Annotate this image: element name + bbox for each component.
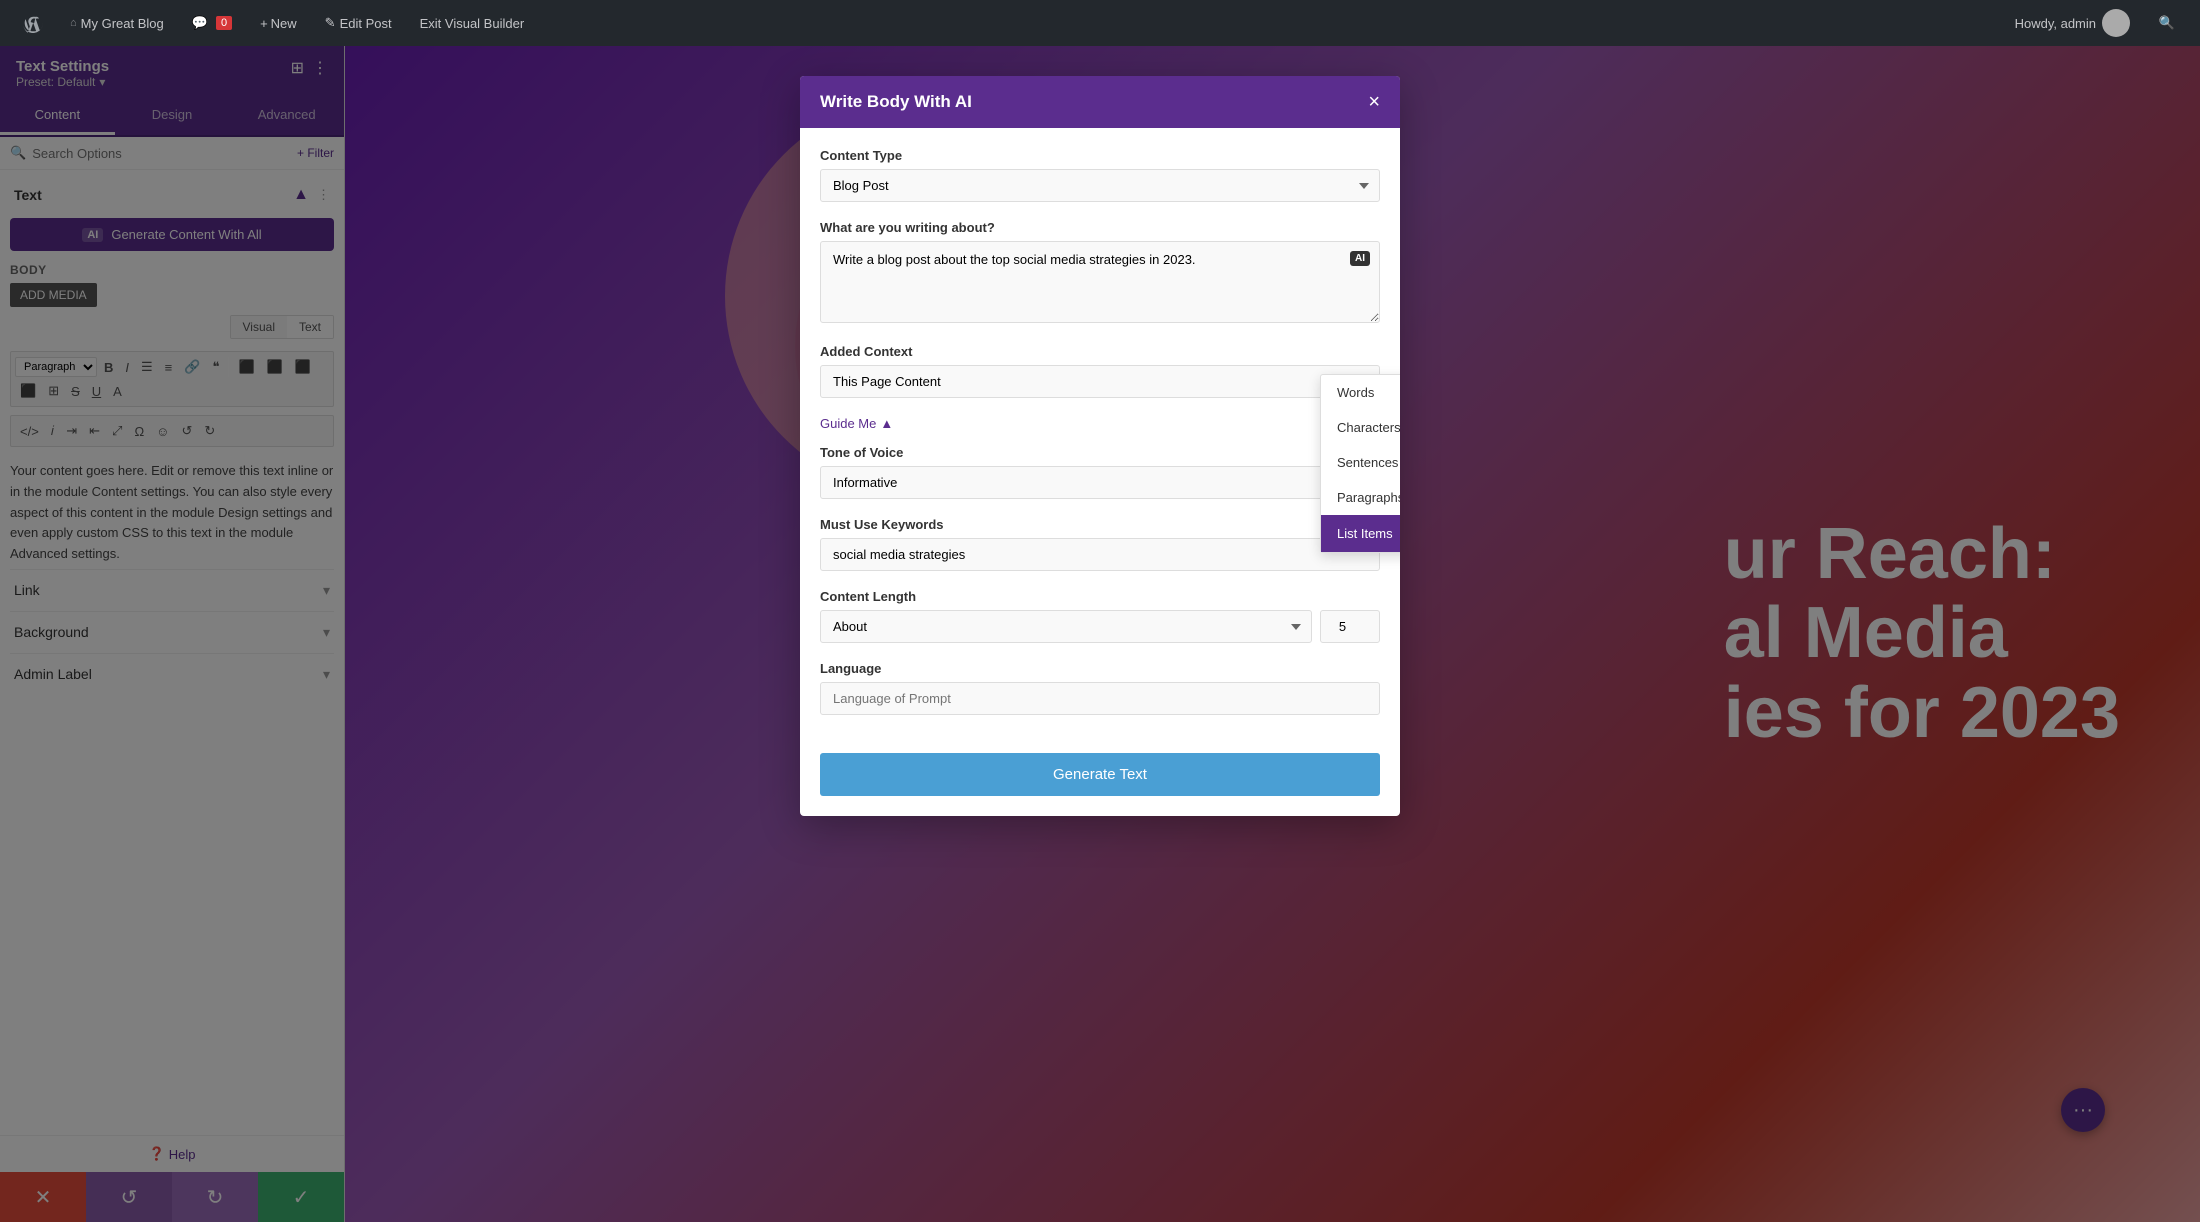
keywords-label: Must Use Keywords [820,517,1380,532]
search-icon[interactable]: 🔍 [2144,0,2190,46]
blog-name-item[interactable]: ⌂ My Great Blog [56,0,178,46]
keywords-input[interactable] [820,538,1380,571]
content-type-label: Content Type [820,148,1380,163]
exit-builder-item[interactable]: Exit Visual Builder [406,0,539,46]
content-length-group: Content Length About Words Characters [820,589,1380,643]
writing-about-label: What are you writing about? [820,220,1380,235]
modal-header: Write Body With AI × [800,76,1400,128]
added-context-select[interactable]: This Page Content [820,365,1380,398]
added-context-label: Added Context [820,344,1380,359]
admin-bar-right: Howdy, admin 🔍 [2001,0,2190,46]
content-length-label: Content Length [820,589,1380,604]
comment-badge: 0 [216,16,232,30]
tone-of-voice-select[interactable]: Informative [820,466,1380,499]
language-label: Language [820,661,1380,676]
admin-bar: ⌂ My Great Blog 💬 0 + New ✎ Edit Post Ex… [0,0,2200,46]
keywords-group: Must Use Keywords [820,517,1380,571]
tone-of-voice-label: Tone of Voice [820,445,1380,460]
writing-about-textarea[interactable] [820,241,1380,323]
dropdown-item-paragraphs[interactable]: Paragraphs [1321,480,1400,515]
dropdown-item-sentences[interactable]: Sentences [1321,445,1400,480]
language-input[interactable] [820,682,1380,715]
writing-about-group: What are you writing about? AI [820,220,1380,326]
modal-overlay[interactable]: Write Body With AI × Content Type Blog P… [0,46,2200,1222]
textarea-wrapper: AI [820,241,1380,326]
dropdown-item-list-items[interactable]: List Items ✓ [1321,515,1400,552]
length-type-dropdown: Words Characters Sentences Paragraphs Li [1320,374,1400,553]
modal-title: Write Body With AI [820,92,972,112]
content-length-select[interactable]: About [820,610,1312,643]
content-type-group: Content Type Blog Post [820,148,1380,202]
content-type-select[interactable]: Blog Post [820,169,1380,202]
dropdown-item-characters[interactable]: Characters [1321,410,1400,445]
content-length-number[interactable] [1320,610,1380,643]
ai-icon-textarea: AI [1350,251,1370,266]
dropdown-item-words[interactable]: Words [1321,375,1400,410]
howdy-label: Howdy, admin [2001,9,2144,37]
content-length-row: About Words Characters Sentences [820,610,1380,643]
added-context-group: Added Context This Page Content [820,344,1380,398]
modal-body: Content Type Blog Post What are you writ… [800,128,1400,753]
guide-me-arrow-icon: ▲ [880,416,893,431]
generate-text-button[interactable]: Generate Text [820,753,1380,796]
wp-logo[interactable] [10,0,56,46]
modal-close-button[interactable]: × [1368,92,1380,112]
comments-item[interactable]: 💬 0 [178,0,246,46]
tone-of-voice-group: Tone of Voice Informative [820,445,1380,499]
new-item[interactable]: + New [246,0,311,46]
language-group: Language [820,661,1380,715]
ai-modal: Write Body With AI × Content Type Blog P… [800,76,1400,816]
guide-me-link[interactable]: Guide Me ▲ [820,416,1380,431]
edit-post-item[interactable]: ✎ Edit Post [311,0,406,46]
